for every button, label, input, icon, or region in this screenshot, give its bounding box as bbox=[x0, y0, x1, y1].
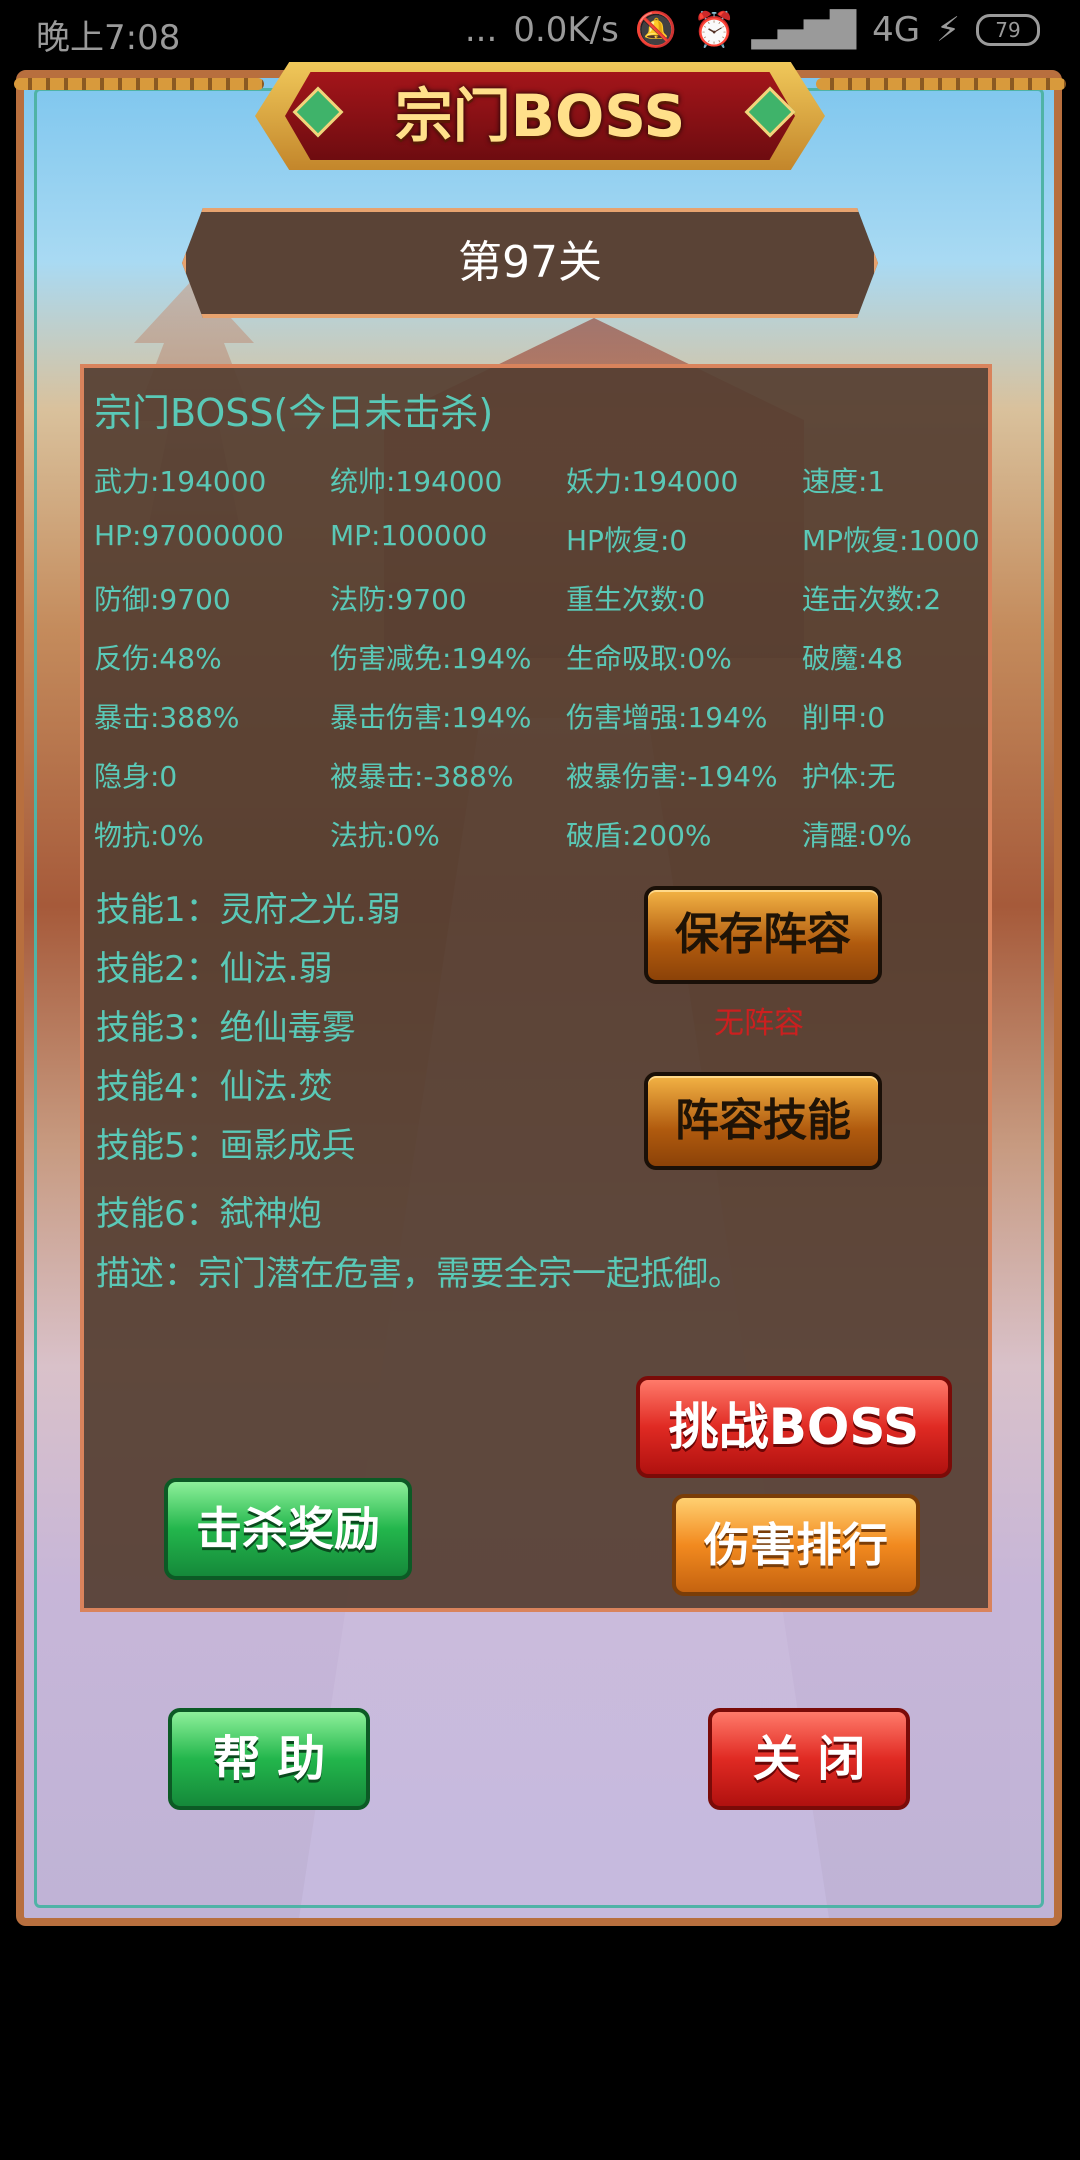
status-bar: 晚上7:08 ... 0.0K/s 🔕 ⏰ ▂▄▆█ 4G ⚡ 79 bbox=[0, 0, 1080, 64]
stat-cell: 伤害增强:194% bbox=[566, 701, 768, 734]
no-lineup-label: 无阵容 bbox=[714, 1006, 804, 1041]
stat-cell: HP:97000000 bbox=[94, 519, 284, 552]
skill-3: 技能3：绝仙毒雾 bbox=[96, 1008, 356, 1048]
stat-cell: 被暴伤害:-194% bbox=[566, 760, 778, 793]
stat-cell: 清醒:0% bbox=[802, 819, 912, 852]
stat-cell: 物抗:0% bbox=[94, 819, 204, 852]
stat-cell: 法防:9700 bbox=[330, 583, 467, 616]
signal-icon: ▂▄▆█ bbox=[751, 10, 857, 50]
stat-cell: MP:100000 bbox=[330, 519, 488, 552]
boss-description: 描述：宗门潜在危害，需要全宗一起抵御。 bbox=[96, 1254, 742, 1294]
network-type: 4G bbox=[872, 10, 921, 50]
stat-cell: 生命吸取:0% bbox=[566, 642, 732, 675]
stat-cell: 武力:194000 bbox=[94, 465, 267, 498]
stat-cell: 法抗:0% bbox=[330, 819, 440, 852]
save-lineup-button[interactable]: 保存阵容 bbox=[644, 886, 882, 984]
mute-icon: 🔕 bbox=[634, 10, 678, 50]
stat-cell: 破魔:48 bbox=[802, 642, 904, 675]
status-time: 晚上7:08 bbox=[36, 18, 181, 58]
skill-1: 技能1：灵府之光.弱 bbox=[96, 890, 401, 930]
stat-cell: HP恢复:0 bbox=[566, 524, 688, 557]
stat-cell: 伤害减免:194% bbox=[330, 642, 532, 675]
rope-left-decoration bbox=[14, 78, 264, 90]
stat-cell: 妖力:194000 bbox=[566, 465, 739, 498]
page-title: 宗门BOSS bbox=[394, 82, 686, 150]
stat-cell: 削甲:0 bbox=[802, 701, 886, 734]
lineup-skill-button[interactable]: 阵容技能 bbox=[644, 1072, 882, 1170]
damage-rank-button[interactable]: 伤害排行 bbox=[672, 1494, 920, 1596]
stat-cell: 暴击:388% bbox=[94, 701, 240, 734]
stat-cell: 重生次数:0 bbox=[566, 583, 706, 616]
alarm-icon: ⏰ bbox=[693, 10, 736, 50]
panel-title: 宗门BOSS(今日未击杀) bbox=[94, 391, 494, 435]
skill-6: 技能6：弑神炮 bbox=[96, 1194, 322, 1234]
close-button[interactable]: 关 闭 bbox=[708, 1708, 910, 1810]
charging-icon: ⚡ bbox=[936, 10, 960, 50]
kill-reward-button[interactable]: 击杀奖励 bbox=[164, 1478, 412, 1580]
stat-cell: 护体:无 bbox=[802, 760, 896, 793]
skill-2: 技能2：仙法.弱 bbox=[96, 949, 333, 989]
stat-cell: 连击次数:2 bbox=[802, 583, 942, 616]
network-speed: 0.0K/s bbox=[513, 10, 619, 50]
help-button[interactable]: 帮 助 bbox=[168, 1708, 370, 1810]
stat-cell: 被暴击:-388% bbox=[330, 760, 514, 793]
challenge-boss-button[interactable]: 挑战BOSS bbox=[636, 1376, 952, 1478]
battery-icon: 79 bbox=[976, 14, 1040, 46]
stat-cell: 暴击伤害:194% bbox=[330, 701, 532, 734]
stat-cell: 隐身:0 bbox=[94, 760, 178, 793]
stat-cell: 统帅:194000 bbox=[330, 465, 503, 498]
stat-cell: 防御:9700 bbox=[94, 583, 231, 616]
level-label: 第97关 bbox=[182, 208, 878, 318]
stat-cell: 破盾:200% bbox=[566, 819, 712, 852]
rope-right-decoration bbox=[816, 78, 1066, 90]
more-dots-icon: ... bbox=[464, 10, 498, 50]
skill-5: 技能5：画影成兵 bbox=[96, 1126, 356, 1166]
stat-cell: MP恢复:1000 bbox=[802, 524, 980, 557]
status-icons: ... 0.0K/s 🔕 ⏰ ▂▄▆█ 4G ⚡ 79 bbox=[465, 10, 1040, 50]
skill-4: 技能4：仙法.焚 bbox=[96, 1067, 333, 1107]
stat-cell: 反伤:48% bbox=[94, 642, 222, 675]
stat-cell: 速度:1 bbox=[802, 465, 886, 498]
